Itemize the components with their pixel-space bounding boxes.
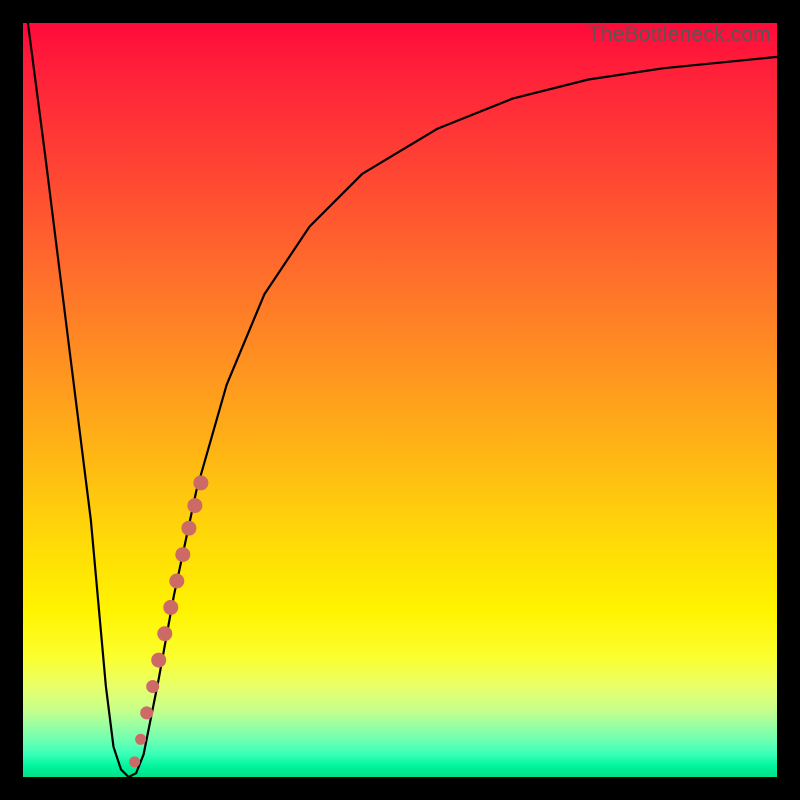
- marker-dot: [188, 499, 202, 513]
- marker-dot: [136, 734, 146, 744]
- marker-dot: [194, 476, 208, 490]
- chart-frame: TheBottleneck.com: [0, 0, 800, 800]
- curve-layer: [23, 23, 777, 777]
- bottleneck-curve: [23, 23, 777, 777]
- marker-dot: [170, 574, 184, 588]
- marker-dot: [141, 707, 153, 719]
- marker-dot: [152, 653, 166, 667]
- marker-dot: [176, 548, 190, 562]
- marker-dot: [182, 521, 196, 535]
- watermark-text: TheBottleneck.com: [588, 23, 771, 47]
- marker-dot: [147, 681, 159, 693]
- marker-dot: [130, 757, 140, 767]
- marker-dot: [164, 600, 178, 614]
- plot-area: TheBottleneck.com: [23, 23, 777, 777]
- marker-dot: [158, 627, 172, 641]
